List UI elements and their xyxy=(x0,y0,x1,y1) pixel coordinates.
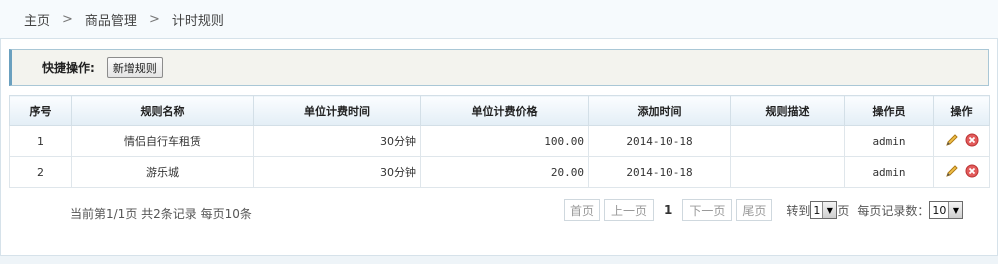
cell-rule-name: 情侣自行车租赁 xyxy=(71,125,254,157)
pager-current-page: 1 xyxy=(664,203,673,217)
add-rule-button[interactable]: 新增规则 xyxy=(106,57,163,78)
header-actions: 操作 xyxy=(933,95,990,126)
pager-prev-button[interactable]: 上一页 xyxy=(604,199,654,221)
cell-added-time: 2014-10-18 xyxy=(588,125,731,157)
chevron-down-icon: ▼ xyxy=(948,202,963,218)
pager-first-button[interactable]: 首页 xyxy=(564,199,600,221)
breadcrumb-separator: > xyxy=(148,11,160,27)
cell-description xyxy=(730,156,845,188)
cell-index: 1 xyxy=(9,125,72,157)
per-page-value: 10 xyxy=(932,203,947,217)
rules-table: 序号 规则名称 单位计费时间 单位计费价格 添加时间 规则描述 操作员 操作 1… xyxy=(9,95,990,188)
cell-index: 2 xyxy=(9,156,72,188)
cell-actions xyxy=(933,156,990,188)
cell-unit-time: 30分钟 xyxy=(253,125,421,157)
cell-actions xyxy=(933,125,990,157)
pager-next-button[interactable]: 下一页 xyxy=(682,199,733,221)
pager: 首页 上一页 1 下一页 尾页 转到 1 ▼ 页 每页记录数： 10 ▼ xyxy=(564,199,964,221)
header-operator: 操作员 xyxy=(844,95,934,126)
cell-rule-name: 游乐城 xyxy=(71,156,254,188)
header-description: 规则描述 xyxy=(730,95,845,126)
per-page-label: 每页记录数： xyxy=(857,203,930,218)
quick-operations-bar: 快捷操作: 新增规则 xyxy=(9,49,989,86)
per-page-select[interactable]: 10 ▼ xyxy=(929,201,964,219)
pager-goto-select[interactable]: 1 ▼ xyxy=(810,201,838,219)
pencil-icon[interactable] xyxy=(945,133,959,147)
cell-added-time: 2014-10-18 xyxy=(588,156,731,188)
cell-unit-price: 20.00 xyxy=(420,156,589,188)
table-row: 1 情侣自行车租赁 30分钟 100.00 2014-10-18 admin xyxy=(9,125,990,157)
pager-goto-label: 转到 xyxy=(786,203,811,218)
breadcrumb-current: 计时规则 xyxy=(171,13,224,29)
header-rule-name: 规则名称 xyxy=(71,95,254,126)
breadcrumb-home[interactable]: 主页 xyxy=(24,10,50,29)
cell-operator: admin xyxy=(844,156,934,188)
cell-description xyxy=(730,125,845,157)
header-unit-price: 单位计费价格 xyxy=(420,95,589,126)
pager-last-button[interactable]: 尾页 xyxy=(736,199,773,221)
pager-goto-suffix: 页 xyxy=(837,203,850,218)
header-added-time: 添加时间 xyxy=(588,95,731,126)
quick-operations-label: 快捷操作: xyxy=(42,61,95,75)
breadcrumb-separator: > xyxy=(62,11,73,27)
breadcrumb-goods[interactable]: 商品管理 xyxy=(85,10,137,29)
close-circle-icon[interactable] xyxy=(965,164,979,178)
table-header-row: 序号 规则名称 单位计费时间 单位计费价格 添加时间 规则描述 操作员 操作 xyxy=(9,95,990,126)
header-index: 序号 xyxy=(9,95,72,126)
cell-unit-price: 100.00 xyxy=(420,125,589,157)
chevron-down-icon: ▼ xyxy=(822,202,837,218)
close-circle-icon[interactable] xyxy=(965,133,979,147)
bottom-strip xyxy=(0,255,998,264)
pencil-icon[interactable] xyxy=(945,164,959,178)
header-unit-time: 单位计费时间 xyxy=(253,95,421,126)
cell-operator: admin xyxy=(844,125,934,157)
cell-unit-time: 30分钟 xyxy=(253,156,421,188)
pager-summary: 当前第1/1页 共2条记录 每页10条 xyxy=(70,207,252,221)
pager-goto-value: 1 xyxy=(813,203,821,217)
table-row: 2 游乐城 30分钟 20.00 2014-10-18 admin xyxy=(9,156,990,188)
breadcrumb: 主页 > 商品管理 > 计时规则 xyxy=(0,0,998,39)
